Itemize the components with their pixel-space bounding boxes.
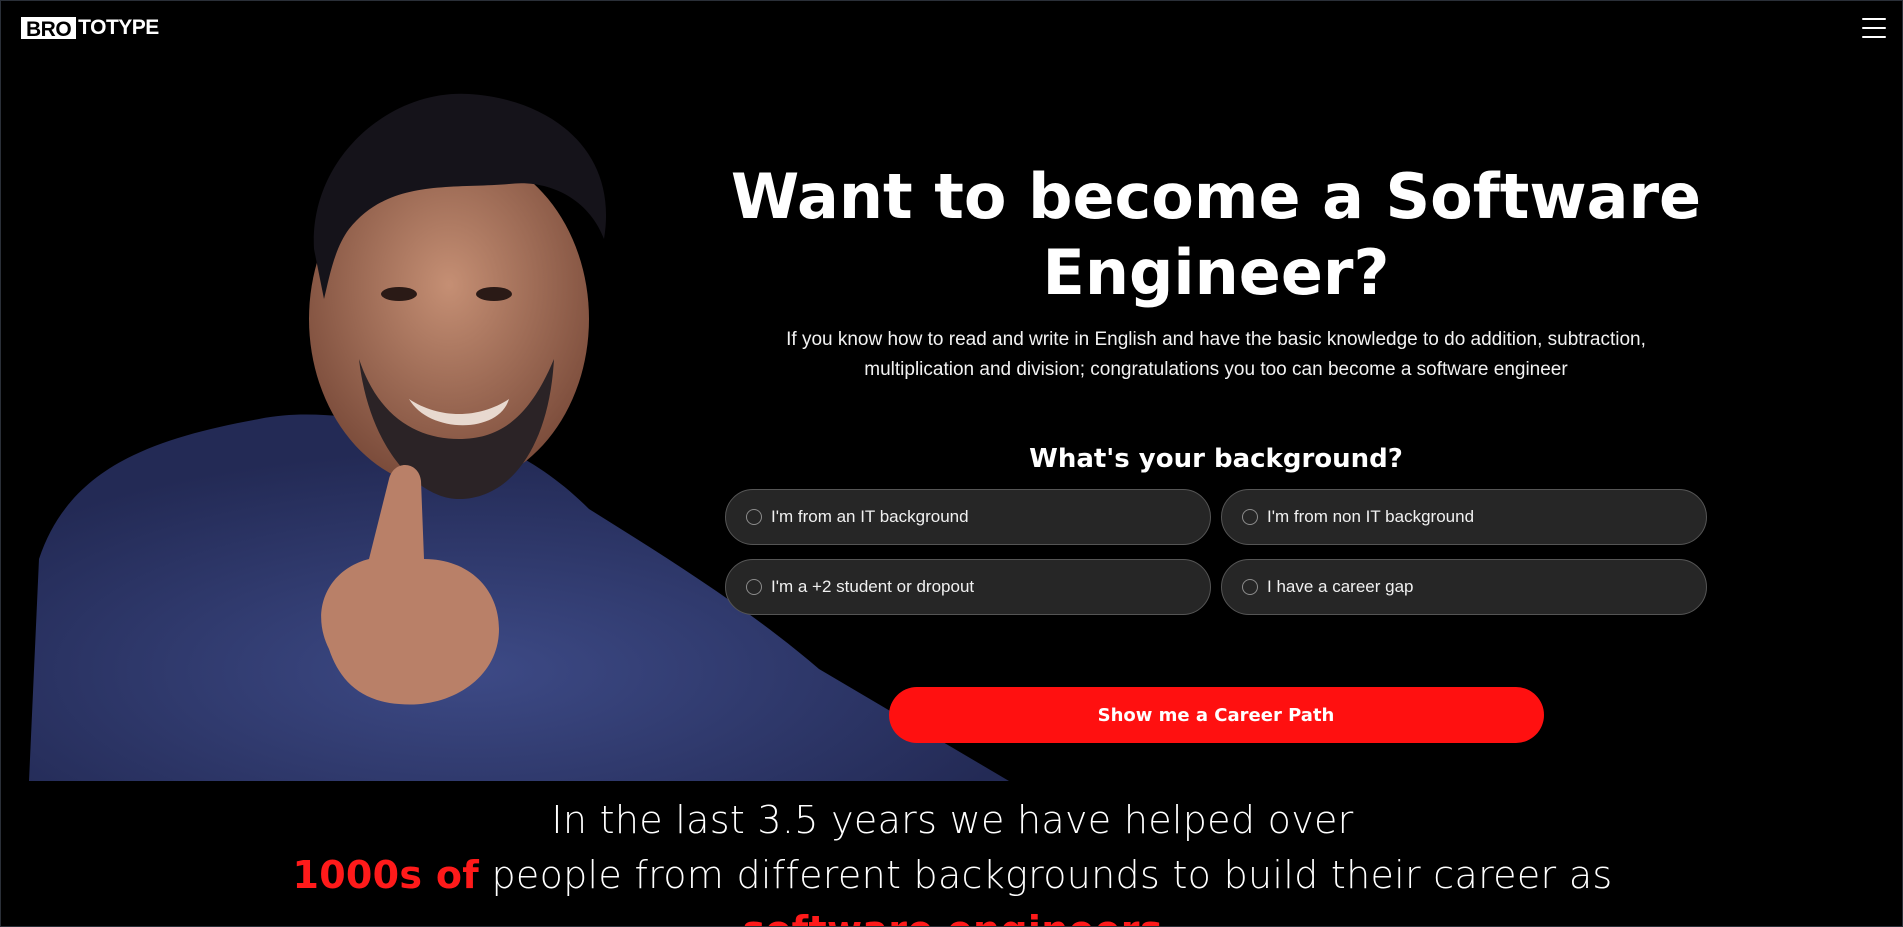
stats-highlight: 1000s of	[292, 853, 480, 897]
option-label: I'm a +2 student or dropout	[771, 577, 975, 596]
stats-line-1: In the last 3.5 years we have helped ove…	[551, 798, 1354, 842]
option-label: I have a career gap	[1267, 577, 1414, 596]
stats-line-2-text: people from different backgrounds to bui…	[479, 853, 1613, 897]
background-options: I'm from an IT background I'm from non I…	[725, 489, 1707, 615]
hero-headline: Want to become a Software Engineer?	[730, 160, 1702, 309]
background-question: What's your background?	[1029, 444, 1403, 474]
stats-line-2: 1000s of people from different backgroun…	[1, 848, 1902, 903]
option-non-it-background[interactable]: I'm from non IT background	[1221, 489, 1707, 545]
stats-section: In the last 3.5 years we have helped ove…	[1, 793, 1902, 926]
option-it-background[interactable]: I'm from an IT background	[725, 489, 1211, 545]
option-student-dropout[interactable]: I'm a +2 student or dropout	[725, 559, 1211, 615]
option-label: I'm from an IT background	[771, 507, 969, 526]
radio-icon[interactable]	[746, 579, 762, 595]
page: BRO TOTYPE Want to become a Software Eng…	[0, 0, 1903, 927]
logo-text: TOTYPE	[78, 16, 159, 39]
show-career-path-button[interactable]: Show me a Career Path	[888, 687, 1544, 743]
radio-icon[interactable]	[1242, 509, 1258, 525]
radio-icon[interactable]	[746, 509, 762, 525]
hero-content: Want to become a Software Engineer? If y…	[725, 159, 1707, 743]
option-label: I'm from non IT background	[1267, 507, 1475, 526]
stats-line-3: software engineers	[1, 903, 1902, 926]
option-career-gap[interactable]: I have a career gap	[1221, 559, 1707, 615]
hamburger-menu-icon[interactable]	[1862, 18, 1886, 38]
hero-subtext: If you know how to read and write in Eng…	[786, 329, 1646, 380]
logo-mark: BRO	[21, 17, 77, 40]
brototype-logo[interactable]: BRO TOTYPE	[21, 16, 159, 40]
radio-icon[interactable]	[1242, 579, 1258, 595]
